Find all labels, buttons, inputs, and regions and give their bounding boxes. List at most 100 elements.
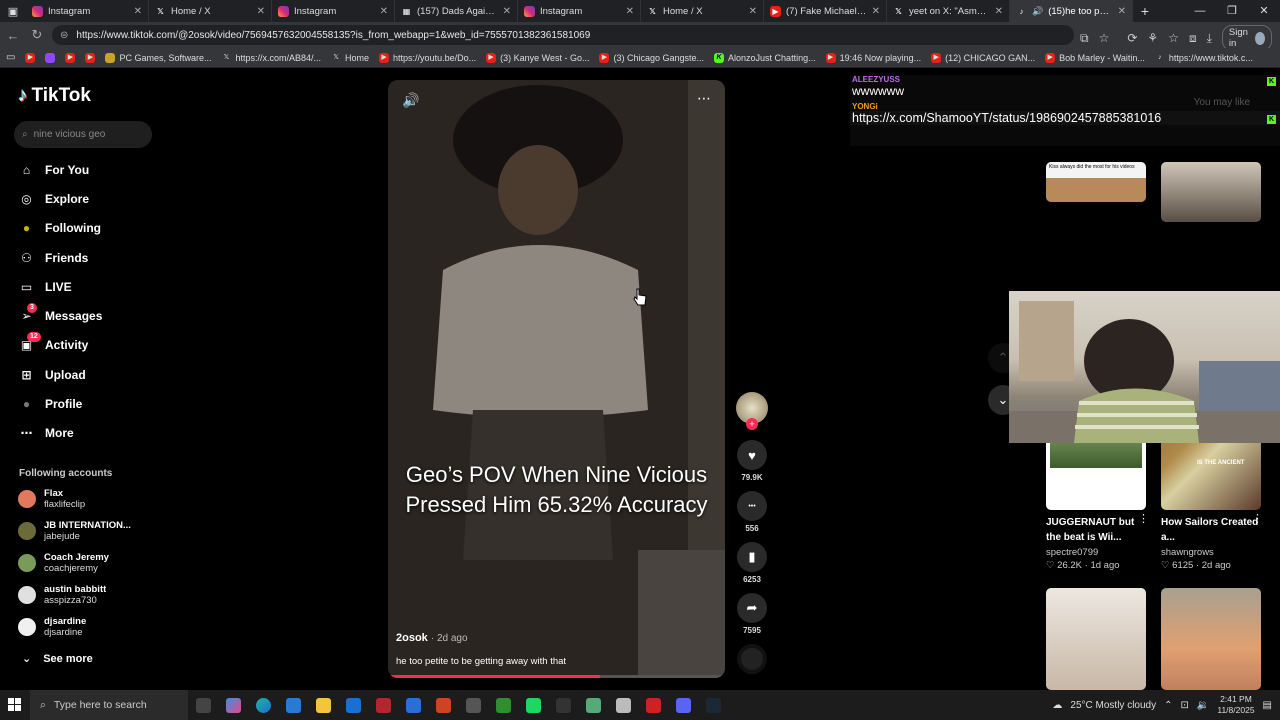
browser-tab[interactable]: 𝕏yeet on X: "Asmongold ✕: [887, 0, 1010, 22]
app-icon[interactable]: [458, 690, 488, 720]
browser-tab[interactable]: Instagram ✕: [272, 0, 395, 22]
notification-icon[interactable]: ▤: [1263, 700, 1272, 711]
browser-tab[interactable]: ▦ (157) Dads Against Pre ✕: [395, 0, 518, 22]
windows-start-icon[interactable]: [8, 698, 21, 711]
bookmark-item[interactable]: ▶ (12) CHICAGO GAN...: [931, 52, 1035, 63]
bookmark-item[interactable]: ▶: [85, 52, 96, 63]
collections-icon[interactable]: ⧈: [1189, 31, 1197, 46]
outlook-icon[interactable]: [338, 690, 368, 720]
copilot-icon[interactable]: [218, 690, 248, 720]
app-install-icon[interactable]: ⧉: [1080, 31, 1089, 46]
tiktok-logo[interactable]: ♪ TikTok: [18, 85, 91, 107]
restore-button[interactable]: ❐: [1216, 0, 1248, 22]
author-avatar[interactable]: +: [736, 392, 768, 430]
video-progress-bar[interactable]: [388, 675, 725, 678]
tab-close-icon[interactable]: ✕: [1118, 6, 1126, 17]
bookmark-item[interactable]: ▶ (3) Chicago Gangste...: [599, 52, 704, 63]
volume-icon[interactable]: 🔊: [402, 92, 419, 109]
recommendation-card[interactable]: [1161, 162, 1261, 222]
discord-icon[interactable]: [668, 690, 698, 720]
tab-close-icon[interactable]: ✕: [134, 6, 142, 17]
share-button[interactable]: ➦: [737, 593, 767, 623]
tab-audio-icon[interactable]: 🔊: [1032, 6, 1043, 17]
bookmark-item[interactable]: PC Games, Software...: [105, 52, 211, 63]
bookmark-item[interactable]: ▶ (3) Kanye West - Go...: [486, 52, 589, 63]
recommendation-card[interactable]: Kiss always did the most for his videos: [1046, 162, 1146, 202]
sidebar-item-live[interactable]: ▭ LIVE: [18, 272, 102, 301]
bookmark-item[interactable]: ▶ 19:46 Now playing...: [825, 52, 921, 63]
bookmark-item[interactable]: ▶: [65, 52, 76, 63]
following-account[interactable]: djsardine djsardine: [18, 616, 158, 638]
reload-icon[interactable]: ↻: [30, 27, 44, 43]
taskbar-search[interactable]: ⌕ Type here to search: [30, 690, 188, 720]
following-account[interactable]: austin babbitt asspizza730: [18, 584, 158, 606]
sidebar-item-profile[interactable]: ● Profile: [18, 389, 102, 418]
browser-tab[interactable]: ♪ 🔊 (15)he too petite ✕: [1010, 0, 1133, 22]
tab-close-icon[interactable]: ✕: [503, 6, 511, 17]
bookmark-item[interactable]: [45, 52, 56, 63]
following-account[interactable]: Coach Jeremy coachjeremy: [18, 552, 158, 574]
back-icon[interactable]: ←: [6, 28, 20, 43]
window-menu-icon[interactable]: ▣: [0, 0, 26, 22]
bookmark-button[interactable]: ▮: [737, 542, 767, 572]
video-more-icon[interactable]: ⋯: [697, 90, 711, 107]
download-icon[interactable]: ⤓: [1207, 31, 1212, 46]
minimize-button[interactable]: —: [1184, 0, 1216, 22]
sidebar-item-friends[interactable]: ⚇ Friends: [18, 243, 102, 272]
bookmark-item[interactable]: 𝕏https://x.com/AB84/...: [221, 53, 321, 63]
network-icon[interactable]: ⊡: [1181, 700, 1189, 711]
xbox-icon[interactable]: [488, 690, 518, 720]
file-explorer-icon[interactable]: [308, 690, 338, 720]
bookmarks-apps-icon[interactable]: ▭: [6, 52, 15, 63]
edge-icon[interactable]: [248, 690, 278, 720]
weather-text[interactable]: 25°C Mostly cloudy: [1070, 700, 1156, 711]
clock[interactable]: 2:41 PM 11/8/2025: [1217, 694, 1254, 716]
app-icon[interactable]: [368, 690, 398, 720]
task-view-icon[interactable]: [188, 690, 218, 720]
following-account[interactable]: Flax flaxlifeclip: [18, 488, 158, 510]
recommendation-card[interactable]: [1161, 588, 1261, 690]
bookmark-item[interactable]: ▶ https://youtu.be/Do...: [379, 52, 476, 63]
sidebar-item-activity[interactable]: ▣ 12 Activity: [18, 331, 102, 360]
sidebar-item-messages[interactable]: ➢ 3 Messages: [18, 301, 102, 330]
sidebar-item-explore[interactable]: ◎ Explore: [18, 184, 102, 213]
browser-tab[interactable]: ▶ (7) Fake Michael Jackso ✕: [764, 0, 887, 22]
bookmark-item[interactable]: K AlonzoJust Chatting...: [714, 52, 816, 63]
browser-tab[interactable]: 𝕏 Home / X ✕: [641, 0, 764, 22]
favorites-icon[interactable]: ☆: [1168, 31, 1179, 45]
steam-icon[interactable]: [698, 690, 728, 720]
recommendation-menu-icon[interactable]: ⋮: [1138, 512, 1149, 525]
app-icon[interactable]: [548, 690, 578, 720]
app-icon[interactable]: [428, 690, 458, 720]
store-icon[interactable]: [278, 690, 308, 720]
url-bar[interactable]: ⊜ https://www.tiktok.com/@2osok/video/75…: [52, 25, 1074, 45]
sidebar-item-upload[interactable]: ⊞ Upload: [18, 360, 102, 389]
bookmark-item[interactable]: ▶ Bob Marley - Waitin...: [1045, 52, 1145, 63]
new-tab-button[interactable]: +: [1133, 3, 1157, 19]
recommendation-menu-icon[interactable]: ⋮: [1252, 512, 1263, 525]
search-input[interactable]: ⌕ nine vicious geo: [14, 121, 152, 148]
app-icon[interactable]: [638, 690, 668, 720]
bookmark-item[interactable]: ♪ https://www.tiktok.c...: [1155, 53, 1253, 63]
comment-button[interactable]: •••: [737, 491, 767, 521]
video-player[interactable]: 🔊 ⋯ Geo’s POV When Nine Vicious Pressed …: [388, 80, 725, 678]
browser-tab[interactable]: Instagram ✕: [518, 0, 641, 22]
tab-close-icon[interactable]: ✕: [749, 6, 757, 17]
tab-close-icon[interactable]: ✕: [626, 6, 634, 17]
app-icon[interactable]: [398, 690, 428, 720]
following-account[interactable]: JB INTERNATION... jabejude: [18, 520, 158, 542]
star-icon[interactable]: ☆: [1099, 31, 1110, 45]
browser-tab[interactable]: 𝕏 Home / X ✕: [149, 0, 272, 22]
sidebar-item-following[interactable]: ● Following: [18, 214, 102, 243]
refresh-extension-icon[interactable]: ⟳: [1127, 31, 1137, 45]
recommendation-card[interactable]: [1046, 588, 1146, 690]
follow-plus-icon[interactable]: +: [746, 418, 758, 430]
video-author[interactable]: 2osok · 2d ago: [396, 632, 468, 644]
extension-icon[interactable]: ⚘: [1147, 31, 1158, 45]
tab-close-icon[interactable]: ✕: [380, 6, 388, 17]
tab-close-icon[interactable]: ✕: [995, 6, 1003, 17]
see-more-button[interactable]: ⌄ See more: [22, 652, 93, 666]
bookmark-item[interactable]: ▶: [25, 52, 36, 63]
bookmark-item[interactable]: 𝕏 Home: [331, 53, 369, 63]
tab-close-icon[interactable]: ✕: [257, 6, 265, 17]
